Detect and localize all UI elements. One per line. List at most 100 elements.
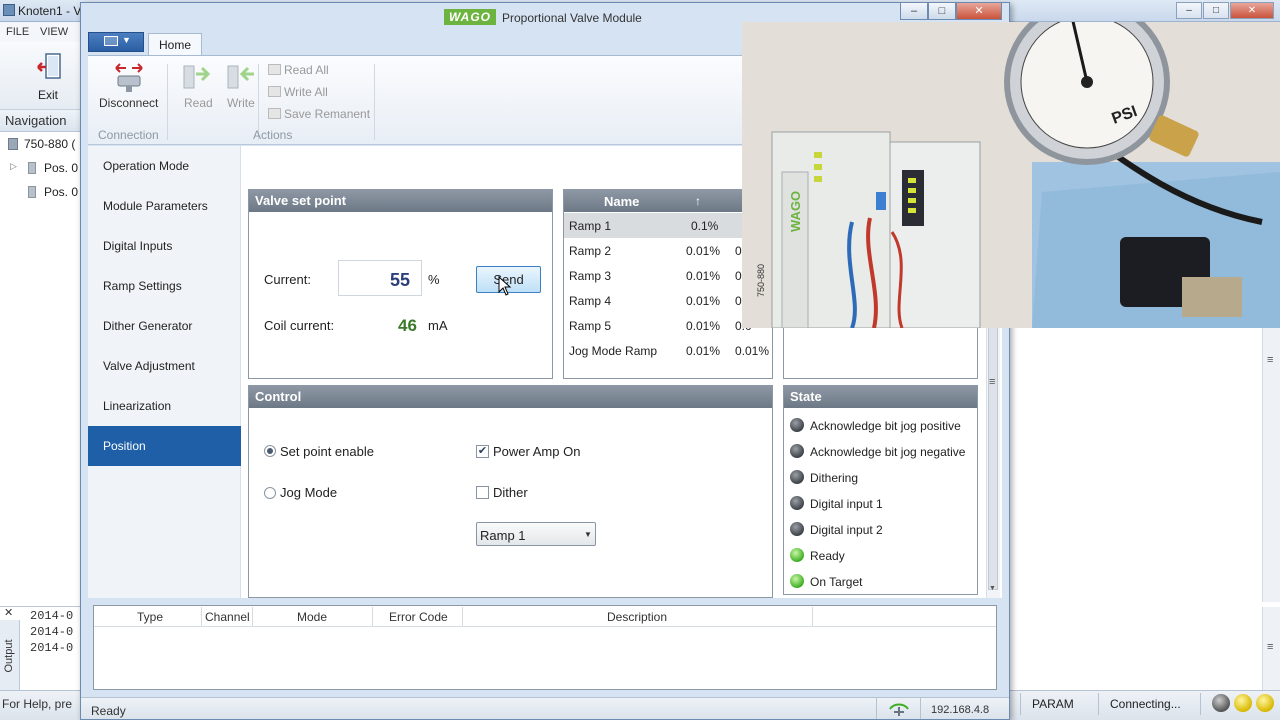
set-point-enable-radio[interactable] — [264, 445, 276, 457]
coil-current-value: 46 — [398, 316, 417, 335]
save-remanent-button[interactable]: Save Remanent — [268, 107, 370, 121]
expand-icon[interactable]: ▷ — [10, 161, 17, 172]
maximize-button[interactable]: □ — [1203, 2, 1229, 19]
status-divider — [1098, 693, 1099, 715]
ramp-name: Ramp 2 — [569, 244, 612, 258]
current-value[interactable]: 55 — [390, 270, 410, 291]
scroll-down-icon[interactable]: ▼ — [989, 585, 996, 592]
status-divider — [876, 697, 877, 719]
column-divider[interactable] — [812, 607, 813, 626]
disconnect-button[interactable]: Disconnect — [99, 96, 158, 110]
minimize-button[interactable]: – — [1176, 2, 1202, 19]
column-header-error-code[interactable]: Error Code — [389, 610, 448, 624]
ramp-select-value: Ramp 1 — [480, 528, 526, 543]
column-divider[interactable] — [252, 607, 253, 626]
side-item-operation-mode[interactable]: Operation Mode — [88, 146, 241, 186]
side-item-linearization[interactable]: Linearization — [88, 386, 241, 426]
state-item-label: Digital input 1 — [810, 497, 883, 511]
status-divider — [920, 697, 921, 719]
side-item-position[interactable]: Position — [88, 426, 241, 466]
ramp-value-2: 0 — [735, 244, 742, 258]
disconnect-icon[interactable] — [112, 60, 146, 94]
dither-label[interactable]: Dither — [493, 485, 528, 500]
ribbon-group-connection: Connection — [98, 128, 159, 142]
state-item-label: Acknowledge bit jog negative — [810, 445, 966, 459]
column-divider[interactable] — [372, 607, 373, 626]
write-button[interactable]: Write — [227, 96, 255, 110]
column-divider[interactable] — [201, 607, 202, 626]
state-item-label: On Target — [810, 575, 863, 589]
navigation-title: Navigation — [5, 113, 67, 128]
write-all-icon — [268, 86, 281, 97]
nav-item-pos-1[interactable]: ▷ Pos. 0 — [0, 158, 84, 182]
side-item-dither-generator[interactable]: Dither Generator — [88, 306, 241, 346]
menu-file[interactable]: FILE — [6, 26, 29, 38]
column-header-channel[interactable]: Channel — [205, 610, 250, 624]
side-item-valve-adjustment[interactable]: Valve Adjustment — [88, 346, 241, 386]
panel-title: State — [784, 386, 977, 408]
state-panel: State — [783, 385, 978, 595]
state-item-label: Digital input 2 — [810, 523, 883, 537]
side-item-digital-inputs[interactable]: Digital Inputs — [88, 226, 241, 266]
ribbon-separator — [374, 64, 375, 140]
dialog-title: Proportional Valve Module — [502, 11, 642, 25]
status-led-yellow — [1256, 694, 1274, 712]
state-led-off-icon — [790, 418, 804, 432]
active-item-arrow — [233, 439, 241, 455]
tab-home[interactable]: Home — [148, 33, 202, 55]
log-line: 2014-0 — [30, 609, 74, 623]
nav-item-pos-2[interactable]: Pos. 0 — [0, 182, 84, 206]
side-item-ramp-settings[interactable]: Ramp Settings — [88, 266, 241, 306]
dialog-close-button[interactable]: ✕ — [956, 2, 1002, 20]
right-scrollbar[interactable]: ≡ — [1262, 328, 1280, 602]
sort-arrow-icon[interactable]: ↑ — [695, 194, 701, 208]
menu-view[interactable]: VIEW — [40, 26, 68, 38]
close-button[interactable]: ✕ — [1230, 2, 1274, 19]
output-scrollbar[interactable]: ≡ — [1262, 607, 1280, 690]
write-all-button[interactable]: Write All — [268, 85, 328, 99]
wago-logo: WAGO — [444, 9, 496, 25]
network-icon — [889, 703, 909, 716]
read-icon — [183, 65, 211, 89]
column-header-description[interactable]: Description — [607, 610, 667, 624]
power-amp-label[interactable]: Power Amp On — [493, 444, 580, 459]
hardware-photo: PSI WAGO 750-880 — [742, 22, 1280, 328]
chevron-down-icon: ▼ — [122, 35, 131, 45]
dialog-minimize-button[interactable]: – — [900, 2, 928, 20]
dither-checkbox[interactable] — [476, 486, 489, 499]
app-icon — [3, 4, 15, 16]
dialog-statusbar — [81, 697, 1009, 719]
nav-item-750-880[interactable]: 750-880 ( — [0, 134, 84, 158]
output-close-icon[interactable]: ✕ — [4, 606, 13, 619]
set-point-enable-label[interactable]: Set point enable — [280, 444, 374, 459]
side-item-module-parameters[interactable]: Module Parameters — [88, 186, 241, 226]
ramp-name: Ramp 5 — [569, 319, 612, 333]
status-led-yellow — [1234, 694, 1252, 712]
exit-label[interactable]: Exit — [38, 88, 58, 102]
read-button[interactable]: Read — [184, 96, 213, 110]
coil-current-unit: mA — [428, 318, 448, 333]
column-header-name[interactable]: Name — [604, 194, 639, 209]
status-divider — [1200, 693, 1201, 715]
ramp-value-2: 0 — [735, 269, 742, 283]
help-status-text: For Help, pre — [2, 697, 73, 711]
read-all-button[interactable]: Read All — [268, 63, 329, 77]
state-led-on-icon — [790, 574, 804, 588]
column-divider[interactable] — [462, 607, 463, 626]
jog-mode-label[interactable]: Jog Mode — [280, 485, 337, 500]
exit-icon[interactable] — [36, 52, 64, 82]
chevron-down-icon: ▼ — [584, 530, 592, 539]
ramp-name: Ramp 1 — [569, 219, 612, 233]
current-label: Current: — [264, 272, 311, 287]
module-icon — [28, 162, 36, 174]
power-amp-checkbox[interactable]: ✔ — [476, 445, 489, 458]
state-led-off-icon — [790, 470, 804, 484]
file-menu-icon — [104, 36, 118, 46]
ramp-name: Ramp 3 — [569, 269, 612, 283]
dialog-maximize-button[interactable]: □ — [928, 2, 956, 20]
jog-mode-radio[interactable] — [264, 487, 276, 499]
column-header-mode[interactable]: Mode — [297, 610, 327, 624]
column-header-type[interactable]: Type — [137, 610, 163, 624]
ramp-name: Ramp 4 — [569, 294, 612, 308]
status-text: Ready — [91, 704, 126, 718]
